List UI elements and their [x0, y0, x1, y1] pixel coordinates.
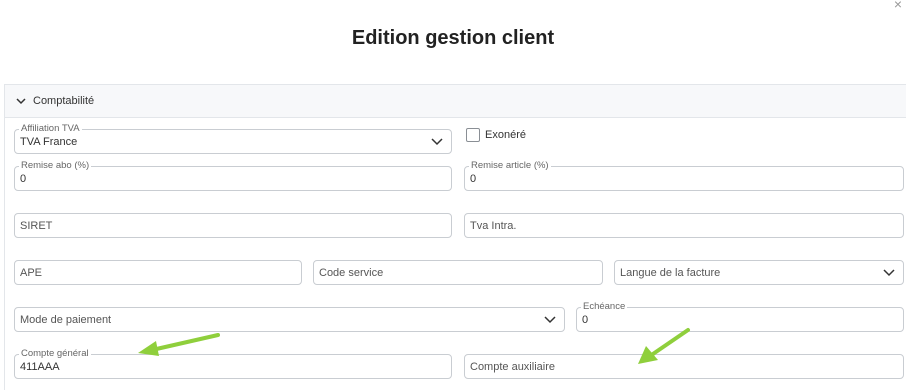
- dialog-title: Edition gestion client: [351, 27, 555, 49]
- remise-article-value: 0: [470, 173, 477, 185]
- echeance-label: Echéance: [581, 301, 628, 313]
- annotation-arrow-right: [638, 328, 690, 364]
- chevron-down-icon: [883, 268, 895, 276]
- compte-general-value: 411AAA: [20, 361, 60, 373]
- ape-placeholder: APE: [20, 266, 43, 279]
- langue-facture-select[interactable]: Langue de la facture: [614, 260, 904, 285]
- tva-intra-placeholder: Tva Intra.: [470, 219, 517, 232]
- ape-input[interactable]: APE: [14, 260, 302, 285]
- langue-facture-placeholder: Langue de la facture: [620, 266, 721, 279]
- chevron-down-icon: [431, 137, 443, 145]
- mode-paiement-placeholder: Mode de paiement: [20, 313, 112, 326]
- echeance-value: 0: [582, 314, 589, 326]
- mode-paiement-select[interactable]: Mode de paiement: [14, 307, 565, 332]
- code-service-input[interactable]: Code service: [313, 260, 603, 285]
- remise-abo-label: Remise abo (%): [19, 160, 92, 172]
- exonere-label: Exonéré: [485, 129, 526, 141]
- affiliation-tva-select[interactable]: Affiliation TVA TVA France: [14, 123, 452, 154]
- remise-abo-input[interactable]: Remise abo (%) 0: [14, 160, 452, 191]
- chevron-down-icon: [544, 315, 556, 323]
- exonere-checkbox[interactable]: [466, 128, 480, 142]
- code-service-placeholder: Code service: [319, 266, 384, 279]
- remise-abo-value: 0: [20, 173, 27, 185]
- affiliation-tva-value: TVA France: [20, 136, 78, 148]
- siret-input[interactable]: SIRET: [14, 213, 452, 238]
- section-header[interactable]: Comptabilité: [5, 85, 906, 118]
- remise-article-input[interactable]: Remise article (%) 0: [464, 160, 904, 191]
- chevron-down-icon: [16, 98, 26, 105]
- siret-placeholder: SIRET: [20, 219, 53, 232]
- compte-general-label: Compte général: [19, 348, 91, 360]
- affiliation-tva-label: Affiliation TVA: [19, 123, 82, 135]
- close-icon[interactable]: ×: [894, 0, 902, 11]
- annotation-arrow-left: [138, 333, 220, 356]
- compte-auxiliaire-placeholder: Compte auxiliaire: [470, 360, 555, 373]
- echeance-input[interactable]: Echéance 0: [576, 301, 904, 332]
- section-label: Comptabilité: [33, 95, 95, 107]
- tva-intra-input[interactable]: Tva Intra.: [464, 213, 904, 238]
- remise-article-label: Remise article (%): [469, 160, 551, 172]
- compte-general-input[interactable]: Compte général 411AAA: [14, 348, 452, 379]
